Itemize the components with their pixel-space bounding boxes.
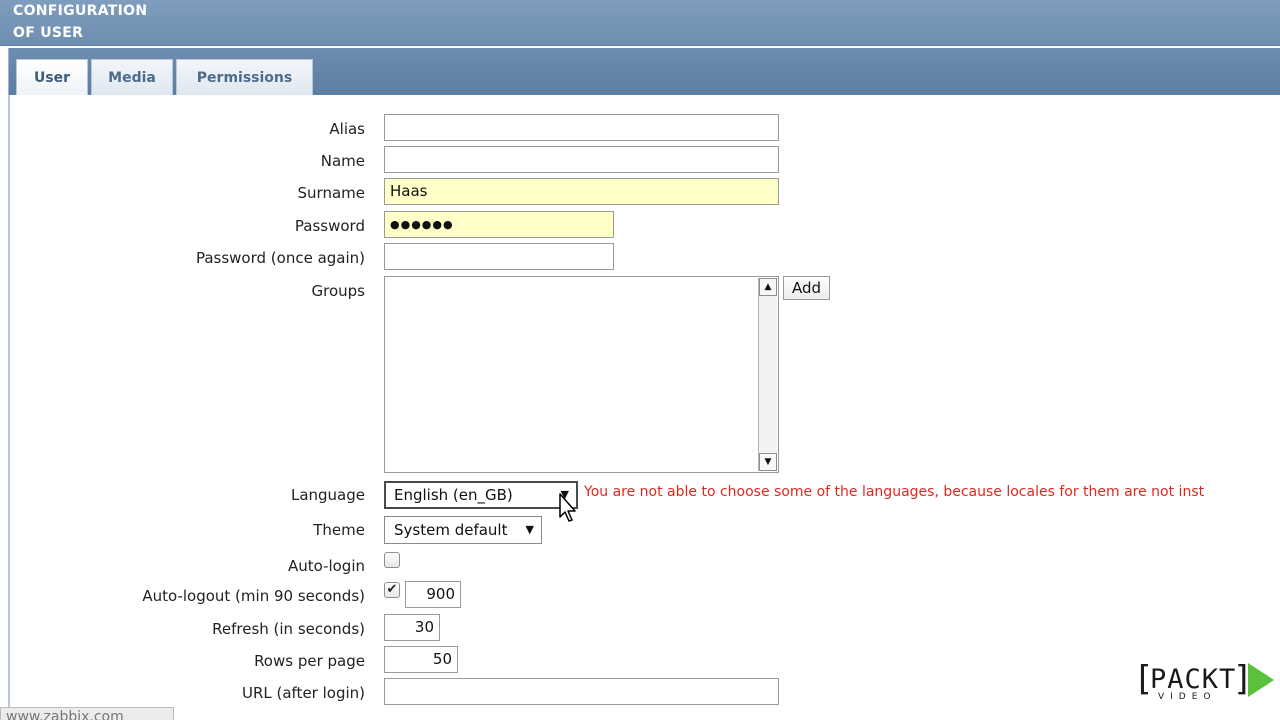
groups-label: Groups [311, 282, 365, 300]
groups-scrollbar[interactable]: ▲ ▼ [758, 278, 777, 471]
password-again-label: Password (once again) [195, 249, 365, 267]
scroll-up-icon[interactable]: ▲ [759, 278, 777, 296]
theme-selected-value: System default [394, 521, 508, 539]
tab-bar: User Media Permissions [8, 48, 1280, 95]
header-title-line2: OF USER [13, 25, 84, 41]
language-selected-value: English (en_GB) [394, 486, 513, 504]
packt-logo: [ PACKT ] VIDEO [1138, 660, 1274, 706]
auto-login-checkbox[interactable] [384, 552, 400, 568]
rows-per-page-label: Rows per page [254, 652, 365, 670]
language-select[interactable]: English (en_GB) ▼ [384, 481, 578, 509]
header-title-line1: CONFIGURATION [13, 3, 148, 19]
tab-permissions[interactable]: Permissions [176, 59, 313, 95]
play-icon [1248, 663, 1274, 697]
content-border [8, 95, 10, 720]
scroll-down-icon[interactable]: ▼ [759, 453, 777, 471]
refresh-input[interactable]: 30 [384, 614, 440, 641]
auto-login-label: Auto-login [287, 557, 365, 575]
rows-per-page-input[interactable]: 50 [384, 646, 458, 673]
auto-logout-input[interactable]: 900 [405, 581, 461, 608]
password-label: Password [294, 217, 365, 235]
url-label: URL (after login) [241, 684, 365, 702]
password-again-input[interactable] [384, 243, 614, 270]
mouse-cursor-icon [559, 493, 576, 522]
groups-listbox[interactable]: ▲ ▼ [384, 276, 779, 473]
theme-select[interactable]: System default ▼ [384, 516, 542, 544]
status-bar-url: www.zabbix.com [0, 707, 174, 720]
alias-label: Alias [329, 120, 365, 138]
groups-add-button[interactable]: Add [783, 276, 830, 300]
tab-user[interactable]: User [16, 59, 88, 95]
language-label: Language [290, 486, 365, 504]
surname-label: Surname [297, 184, 365, 202]
refresh-label: Refresh (in seconds) [212, 620, 365, 638]
dropdown-arrow-icon: ▼ [525, 523, 534, 536]
url-input[interactable] [384, 678, 779, 705]
logo-sub: VIDEO [1158, 692, 1217, 702]
name-input[interactable] [384, 146, 779, 173]
name-label: Name [320, 152, 365, 170]
theme-label: Theme [313, 521, 365, 539]
tab-media[interactable]: Media [91, 59, 173, 95]
logo-word: PACKT [1150, 664, 1237, 695]
window-header: CONFIGURATION OF USER [0, 0, 1280, 46]
logo-bracket-right: ] [1235, 659, 1249, 699]
password-input[interactable]: ●●●●●● [384, 211, 614, 238]
alias-input[interactable] [384, 114, 779, 141]
language-error-message: You are not able to choose some of the l… [584, 484, 1205, 500]
auto-logout-checkbox[interactable]: ✔ [384, 582, 400, 598]
surname-input[interactable]: Haas [384, 178, 779, 205]
checkmark-icon: ✔ [386, 582, 398, 597]
auto-logout-label: Auto-logout (min 90 seconds) [142, 587, 365, 605]
